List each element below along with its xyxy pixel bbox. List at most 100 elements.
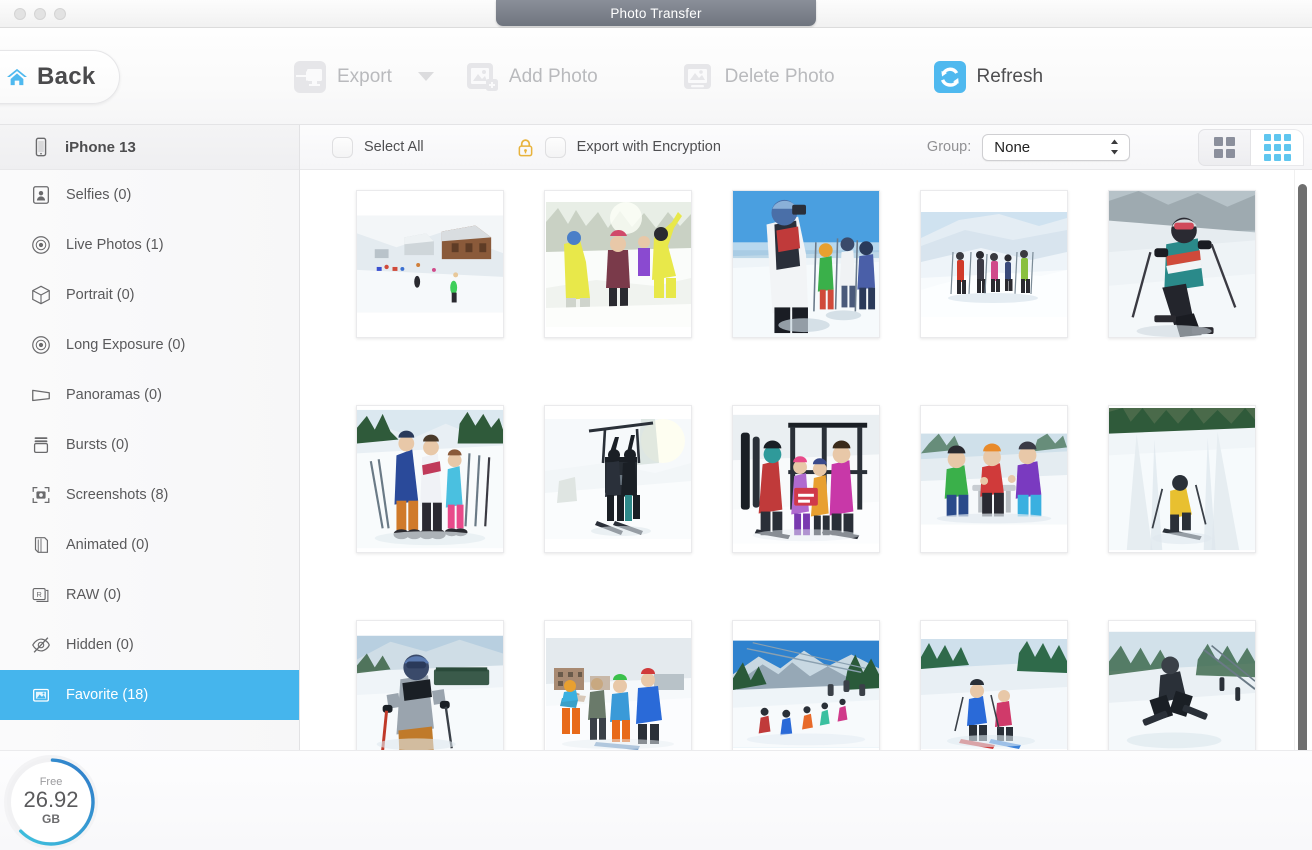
back-button-group: Back	[0, 50, 120, 104]
bursts-icon	[33, 437, 49, 453]
sidebar-item-favorite[interactable]: Favorite (18)	[0, 670, 299, 720]
sidebar-item-panoramas[interactable]: Panoramas (0)	[0, 370, 299, 420]
refresh-button[interactable]: Refresh	[930, 57, 1044, 97]
photo-thumbnail[interactable]	[1108, 405, 1256, 553]
delete-photo-label: Delete Photo	[724, 65, 835, 87]
traffic-lights	[14, 8, 66, 20]
group-select[interactable]: None	[982, 133, 1131, 161]
favorite-icon	[33, 688, 49, 702]
live-photos-icon	[32, 236, 50, 254]
animated-icon	[34, 537, 49, 553]
lock-icon	[518, 138, 533, 156]
vertical-scrollbar-track[interactable]	[1294, 170, 1309, 750]
sidebar-item-live-photos[interactable]: Live Photos (1)	[0, 220, 299, 270]
chevron-updown-icon	[1111, 139, 1119, 155]
export-dropdown-caret-icon[interactable]	[417, 72, 434, 81]
sidebar-item-hidden[interactable]: Hidden (0)	[0, 620, 299, 670]
sidebar-item-long-exposure[interactable]: Long Exposure (0)	[0, 320, 299, 370]
export-with-encryption-checkbox[interactable]	[544, 136, 566, 158]
vertical-scrollbar-thumb[interactable]	[1298, 184, 1307, 750]
sidebar-item-label: Portrait (0)	[66, 287, 135, 303]
photo-thumbnail[interactable]	[356, 620, 504, 750]
refresh-label: Refresh	[976, 65, 1044, 87]
photo-thumbnail[interactable]	[544, 190, 692, 338]
sidebar-item-label: Live Photos (1)	[66, 237, 164, 253]
select-all-group: Select All	[332, 136, 424, 158]
sidebar-item-label: Screenshots (8)	[66, 487, 169, 503]
sidebar-device-row[interactable]: iPhone 13	[0, 125, 299, 170]
raw-icon: R	[32, 587, 49, 602]
sidebar-item-label: Hidden (0)	[66, 637, 134, 653]
delete-photo-icon	[683, 63, 711, 89]
window-titlebar: Photo Transfer	[0, 0, 1312, 28]
select-all-checkbox[interactable]	[332, 136, 353, 158]
delete-photo-button[interactable]: Delete Photo	[678, 57, 835, 97]
add-photo-icon	[466, 62, 498, 91]
sidebar-item-label: Long Exposure (0)	[66, 337, 186, 353]
portrait-icon	[32, 285, 50, 305]
minimize-button[interactable]	[34, 8, 46, 20]
photo-thumbnail[interactable]	[1108, 190, 1256, 338]
photo-thumbnail[interactable]	[544, 620, 692, 750]
svg-text:R: R	[37, 590, 42, 599]
photo-thumbnail[interactable]	[920, 190, 1068, 338]
sidebar-item-raw[interactable]: R RAW (0)	[0, 570, 299, 620]
group-select-value: None	[994, 138, 1031, 156]
photo-thumbnail[interactable]	[1108, 620, 1256, 750]
sidebar-item-label: Selfies (0)	[66, 187, 132, 203]
free-unit: GB	[42, 811, 60, 826]
group-label: Group:	[926, 139, 972, 155]
sidebar-item-label: Bursts (0)	[66, 437, 129, 453]
panoramas-icon	[32, 389, 50, 402]
sidebar-item-label: Favorite (18)	[66, 687, 149, 703]
sidebar-item-label: Animated (0)	[66, 537, 150, 553]
hidden-icon	[32, 637, 50, 653]
close-button[interactable]	[14, 8, 26, 20]
photo-thumbnail[interactable]	[544, 405, 692, 553]
select-all-label: Select All	[364, 139, 424, 155]
sidebar: iPhone 13 Selfies (0) Live Photos (1) Po…	[0, 125, 300, 750]
long-exposure-icon	[32, 336, 50, 354]
photo-thumbnail[interactable]	[356, 405, 504, 553]
grid-2x2-icon	[1214, 137, 1235, 158]
photo-thumbnail[interactable]	[356, 190, 504, 338]
sidebar-item-selfies[interactable]: Selfies (0)	[0, 170, 299, 220]
iphone-icon	[35, 137, 47, 157]
export-with-encryption-label: Export with Encryption	[576, 139, 721, 155]
free-space-indicator: Free 26.92 GB	[7, 758, 95, 846]
photo-thumbnail[interactable]	[732, 405, 880, 553]
sidebar-item-screenshots[interactable]: Screenshots (8)	[0, 470, 299, 520]
add-photo-label: Add Photo	[508, 65, 598, 87]
content-area: Select All Export with Encryption Group:…	[300, 125, 1312, 750]
photo-thumbnail[interactable]	[732, 190, 880, 338]
photo-thumbnail[interactable]	[920, 620, 1068, 750]
group-selector-group: Group: None	[926, 133, 1131, 161]
sidebar-item-bursts[interactable]: Bursts (0)	[0, 420, 299, 470]
refresh-icon	[933, 60, 966, 93]
grid-3x3-icon	[1263, 134, 1291, 161]
window-title: Photo Transfer	[496, 0, 816, 26]
back-button[interactable]: Back	[0, 50, 120, 104]
sidebar-item-label: Panoramas (0)	[66, 387, 162, 403]
photo-thumbnail[interactable]	[732, 620, 880, 750]
device-name: iPhone 13	[65, 138, 136, 156]
screenshots-icon	[32, 487, 50, 503]
photo-grid-scroll-region	[300, 170, 1312, 750]
add-photo-button[interactable]: Add Photo	[462, 57, 598, 97]
large-grid-view-button[interactable]	[1198, 129, 1251, 166]
status-footer: Free 26.92 GB PICTURE Total items 18 ( 2…	[0, 750, 1312, 850]
photo-thumbnail[interactable]	[920, 405, 1068, 553]
export-label: Export	[337, 65, 392, 87]
photo-grid	[300, 170, 1312, 750]
sidebar-item-animated[interactable]: Animated (0)	[0, 520, 299, 570]
photo-transfer-window: Photo Transfer Back Export Add Photo Del…	[0, 0, 1312, 850]
zoom-button[interactable]	[54, 8, 66, 20]
small-grid-view-button[interactable]	[1251, 129, 1304, 166]
gallery-control-bar: Select All Export with Encryption Group:…	[300, 125, 1312, 170]
home-icon	[7, 68, 27, 86]
main-toolbar: Back Export Add Photo Delete Photo Refre…	[0, 28, 1312, 125]
sidebar-item-portrait[interactable]: Portrait (0)	[0, 270, 299, 320]
sidebar-item-label: RAW (0)	[66, 587, 122, 603]
back-label: Back	[37, 63, 96, 90]
export-button[interactable]: Export	[290, 57, 392, 97]
